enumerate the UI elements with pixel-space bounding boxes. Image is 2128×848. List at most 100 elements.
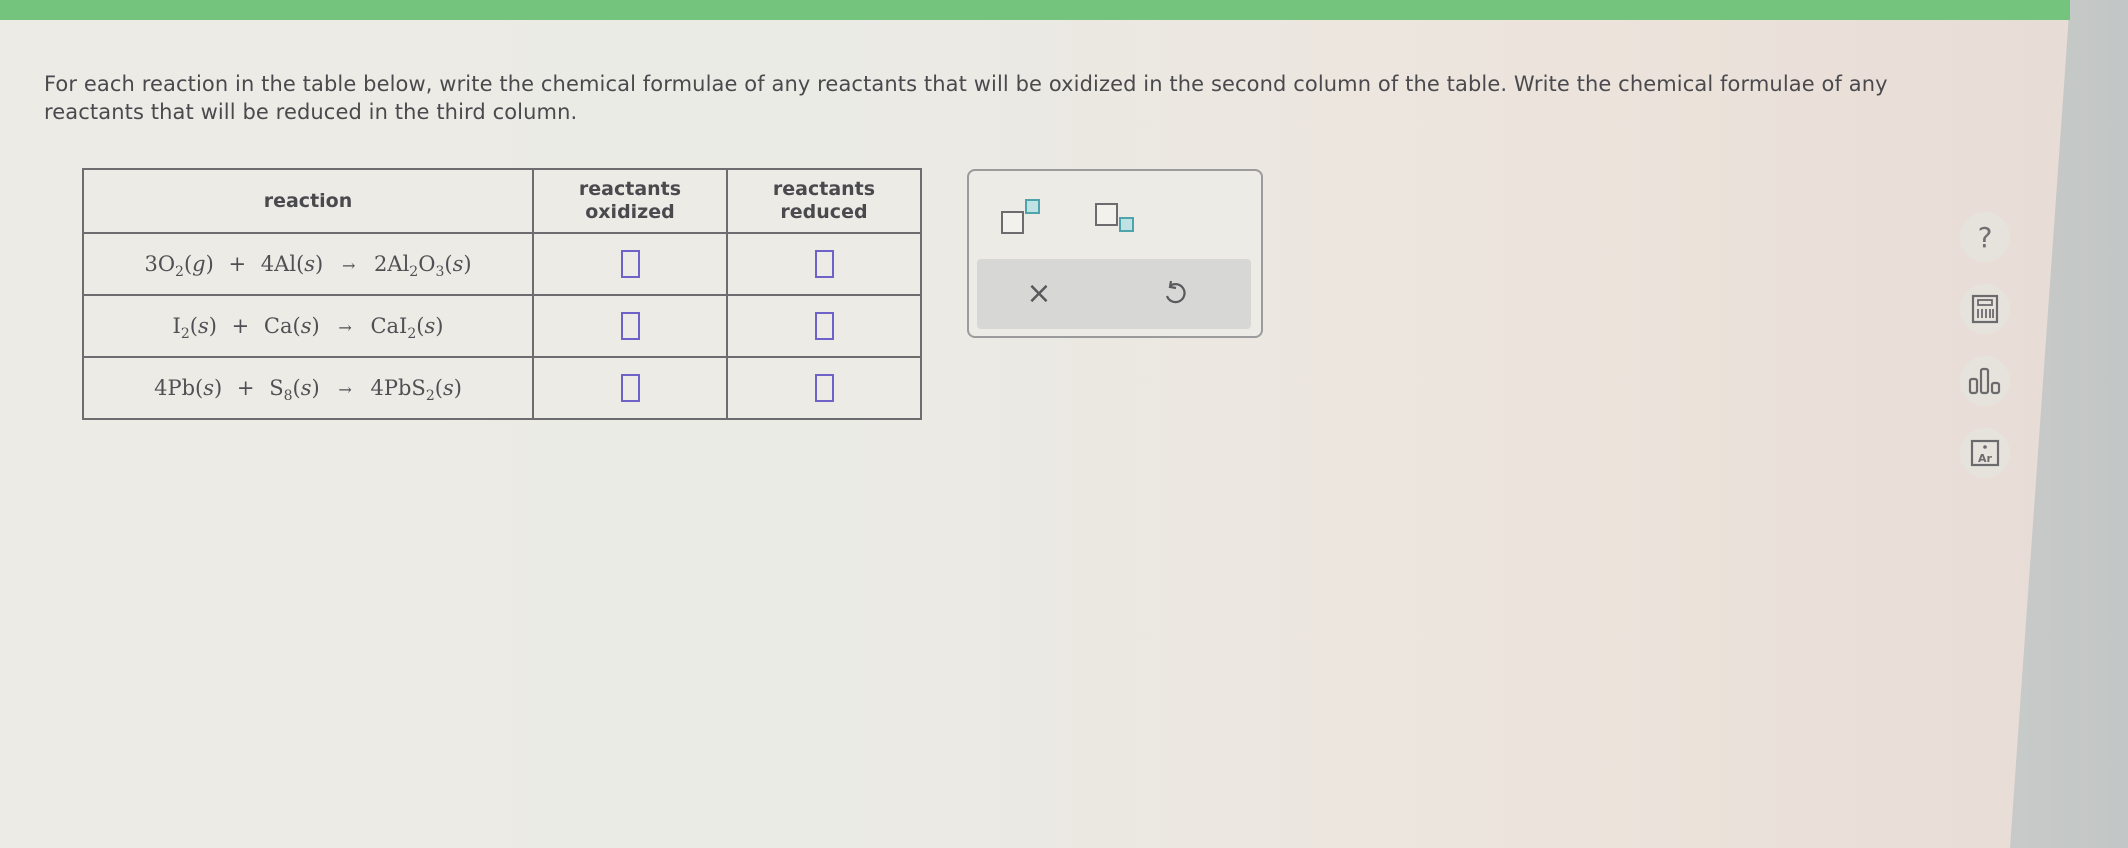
oxidized-cell (532, 232, 728, 296)
formula: Al (274, 252, 297, 276)
header-reactants-reduced: reactants reduced (726, 168, 922, 234)
page-background (0, 0, 2072, 848)
oxidized-cell (532, 294, 728, 358)
reaction-equation: 3O2(g) + 4Al(s) → 2Al2O3(s) (144, 252, 472, 279)
paren-open: ( (189, 314, 198, 338)
paren-open: ( (292, 376, 301, 400)
formula: Ca (263, 314, 293, 338)
oxidized-answer-input[interactable] (620, 250, 640, 278)
reaction-cell: 3O2(g) + 4Al(s) → 2Al2O3(s) (82, 232, 534, 296)
bar-chart-icon (1968, 367, 2001, 395)
help-button[interactable]: ? (1960, 212, 2010, 262)
side-toolbar: ? Ar (1960, 212, 2016, 500)
paren-close: ) (311, 314, 320, 338)
coefficient: 2 (374, 252, 388, 276)
subscript: 2 (425, 388, 435, 404)
paren-close: ) (214, 376, 223, 400)
reduced-cell (726, 356, 922, 420)
paren-open: ( (434, 376, 443, 400)
reaction-equation: I2(s) + Ca(s) → CaI2(s) (172, 314, 444, 341)
coefficient: 4 (370, 376, 384, 400)
paren-close: ) (205, 252, 214, 276)
question-instructions: For each reaction in the table below, wr… (44, 72, 1888, 124)
calculator-button[interactable] (1960, 284, 2010, 334)
reduced-cell (726, 232, 922, 296)
formula: I (172, 314, 181, 338)
paren-close: ) (453, 376, 462, 400)
table-row: I2(s) + Ca(s) → CaI2(s) (82, 294, 922, 358)
coefficient: 3 (144, 252, 158, 276)
periodic-table-icon: Ar (1970, 439, 2000, 467)
state-symbol: s (424, 314, 436, 338)
reduced-answer-input[interactable] (814, 250, 834, 278)
coefficient: 4 (154, 376, 168, 400)
reduced-answer-input[interactable] (814, 312, 834, 340)
math-tool-panel: × (967, 169, 1263, 338)
paren-close: ) (208, 314, 217, 338)
paren-close: ) (463, 252, 472, 276)
paren-close: ) (311, 376, 320, 400)
subscript: 2 (407, 326, 417, 342)
reactions-table: reaction reactants oxidized reactants re… (82, 168, 922, 420)
oxidized-cell (532, 356, 728, 420)
paren-close: ) (435, 314, 444, 338)
state-symbol: s (442, 376, 454, 400)
reduced-cell (726, 294, 922, 358)
header-reduced-line2: reduced (780, 201, 868, 223)
subscript: 8 (283, 388, 293, 404)
state-symbol: s (300, 314, 312, 338)
subscript: 2 (180, 326, 190, 342)
state-symbol: s (304, 252, 316, 276)
paren-close: ) (315, 252, 324, 276)
formula: S (269, 376, 284, 400)
table-header-row: reaction reactants oxidized reactants re… (82, 168, 922, 234)
coefficient: 4 (260, 252, 275, 276)
reduced-answer-input[interactable] (814, 374, 834, 402)
paren-open: ( (444, 252, 453, 276)
header-reduced-line1: reactants (772, 178, 876, 200)
action-bar: × (977, 259, 1251, 329)
state-symbol: s (452, 252, 464, 276)
state-symbol: s (300, 376, 312, 400)
data-chart-button[interactable] (1960, 356, 2010, 406)
formula: Pb (167, 376, 196, 400)
top-bar (0, 0, 2070, 20)
help-icon: ? (1977, 220, 1993, 254)
reaction-cell: 4Pb(s) + S8(s) → 4PbS2(s) (82, 356, 534, 420)
reaction-arrow-icon: → (338, 318, 352, 337)
clear-button[interactable]: × (1017, 273, 1061, 315)
formula: Al (387, 252, 410, 276)
superscript-button[interactable] (1001, 197, 1051, 237)
reaction-arrow-icon: → (341, 256, 356, 275)
paren-open: ( (195, 376, 204, 400)
subscript: 2 (409, 264, 419, 280)
plus-sign: + (228, 252, 247, 276)
table-row: 3O2(g) + 4Al(s) → 2Al2O3(s) (82, 232, 922, 296)
plus-sign: + (231, 314, 250, 338)
formula: PbS (383, 376, 426, 400)
paren-open: ( (183, 252, 193, 276)
header-reaction: reaction (82, 168, 534, 234)
close-icon: × (1026, 276, 1052, 311)
header-oxidized-line1: reactants (578, 178, 682, 200)
oxidized-answer-input[interactable] (620, 374, 640, 402)
header-reactants-oxidized: reactants oxidized (532, 168, 728, 234)
oxidized-answer-input[interactable] (620, 312, 640, 340)
formula: CaI (370, 314, 408, 338)
reaction-equation: 4Pb(s) + S8(s) → 4PbS2(s) (154, 376, 462, 403)
reaction-arrow-icon: → (338, 380, 352, 399)
calculator-icon (1971, 294, 1999, 324)
undo-icon (1165, 280, 1186, 304)
state-symbol: s (203, 376, 214, 400)
periodic-table-button[interactable]: Ar (1960, 428, 2010, 478)
formula: O (418, 252, 436, 276)
reaction-cell: I2(s) + Ca(s) → CaI2(s) (82, 294, 534, 358)
subscript: 2 (175, 264, 184, 280)
formula: O (157, 252, 176, 276)
table-row: 4Pb(s) + S8(s) → 4PbS2(s) (82, 356, 922, 420)
plus-sign: + (236, 376, 255, 400)
undo-button[interactable] (1153, 273, 1197, 315)
periodic-table-label: Ar (1978, 452, 1993, 465)
paren-open: ( (292, 314, 301, 338)
subscript-button[interactable] (1095, 197, 1145, 237)
